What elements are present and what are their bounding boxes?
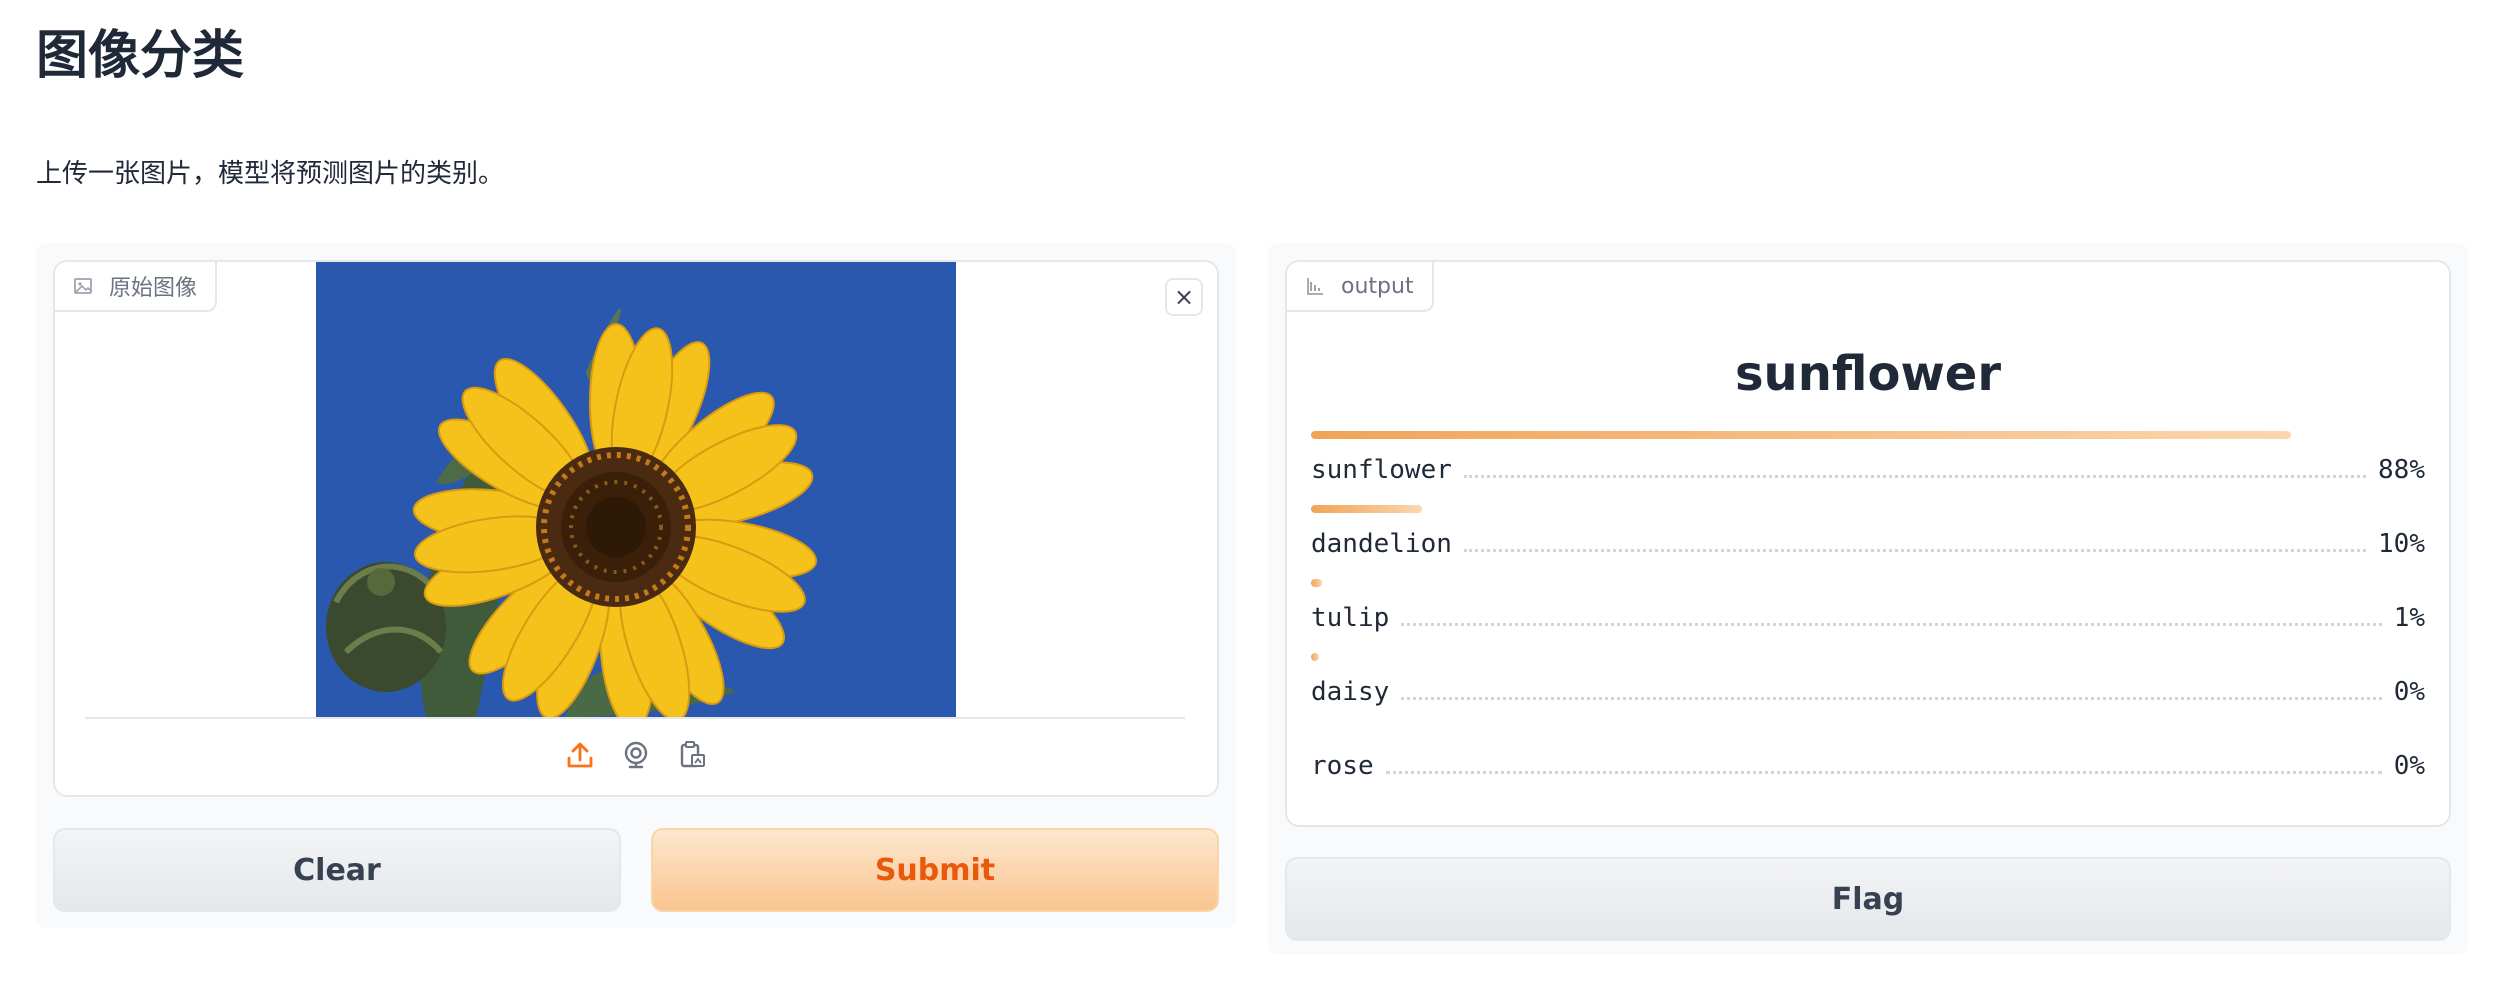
- clear-button[interactable]: Clear: [53, 828, 621, 912]
- confidence-bar: [1311, 579, 1322, 587]
- image-input-label-text: 原始图像: [109, 276, 198, 301]
- source-selector: [55, 738, 1217, 772]
- confidence-bar: [1311, 505, 1422, 513]
- confidence-leader: [1401, 697, 2382, 700]
- confidence-value: 88%: [2378, 455, 2425, 485]
- confidence-value: 10%: [2378, 529, 2425, 559]
- confidence-label: tulip: [1311, 603, 1390, 633]
- output-label-text: output: [1341, 273, 1414, 299]
- confidence-row: tulip 1%: [1311, 599, 2425, 633]
- predicted-label: sunflower: [1734, 346, 2002, 402]
- confidence-label: sunflower: [1311, 455, 1452, 485]
- confidence-row: daisy 0%: [1311, 673, 2425, 707]
- confidence-row: sunflower 88%: [1311, 451, 2425, 485]
- confidence-label: daisy: [1311, 677, 1390, 707]
- confidence-leader: [1385, 771, 2382, 774]
- confidence-bar: [1311, 431, 2291, 439]
- image-icon: [73, 275, 95, 297]
- confidence-value: 0%: [2393, 751, 2425, 781]
- close-icon: ×: [1173, 283, 1195, 311]
- page-description: 上传一张图片，模型将预测图片的类别。: [36, 159, 505, 189]
- confidence-value: 1%: [2393, 603, 2425, 633]
- confidence-row: dandelion 10%: [1311, 525, 2425, 559]
- webcam-icon[interactable]: [619, 738, 653, 772]
- confidence-row: rose 0%: [1311, 747, 2425, 781]
- clear-image-button[interactable]: ×: [1165, 278, 1203, 316]
- submit-button[interactable]: Submit: [651, 828, 1219, 912]
- output-panel: output sunflower sunflower 88% dandelion 10…: [1285, 260, 2451, 827]
- output-label: output: [1287, 262, 1434, 312]
- input-column: 原始图像 × Clear Submit: [36, 243, 1236, 928]
- confidence-bar: [1311, 653, 1319, 661]
- page-title: 图像分类: [36, 26, 245, 86]
- upload-icon[interactable]: [563, 738, 597, 772]
- confidence-label: dandelion: [1311, 529, 1452, 559]
- clipboard-icon[interactable]: [675, 738, 709, 772]
- chart-icon: [1305, 275, 1327, 297]
- image-input-panel[interactable]: 原始图像 ×: [53, 260, 1219, 797]
- confidence-label: rose: [1311, 751, 1374, 781]
- output-column: output sunflower sunflower 88% dandelion 10…: [1268, 243, 2468, 955]
- flag-button[interactable]: Flag: [1285, 857, 2451, 941]
- confidence-leader: [1463, 549, 2367, 552]
- confidence-value: 0%: [2393, 677, 2425, 707]
- uploaded-image: [316, 262, 956, 717]
- confidence-leader: [1463, 475, 2367, 478]
- source-divider: [85, 717, 1185, 719]
- image-input-label: 原始图像: [55, 262, 218, 312]
- confidence-leader: [1401, 623, 2382, 626]
